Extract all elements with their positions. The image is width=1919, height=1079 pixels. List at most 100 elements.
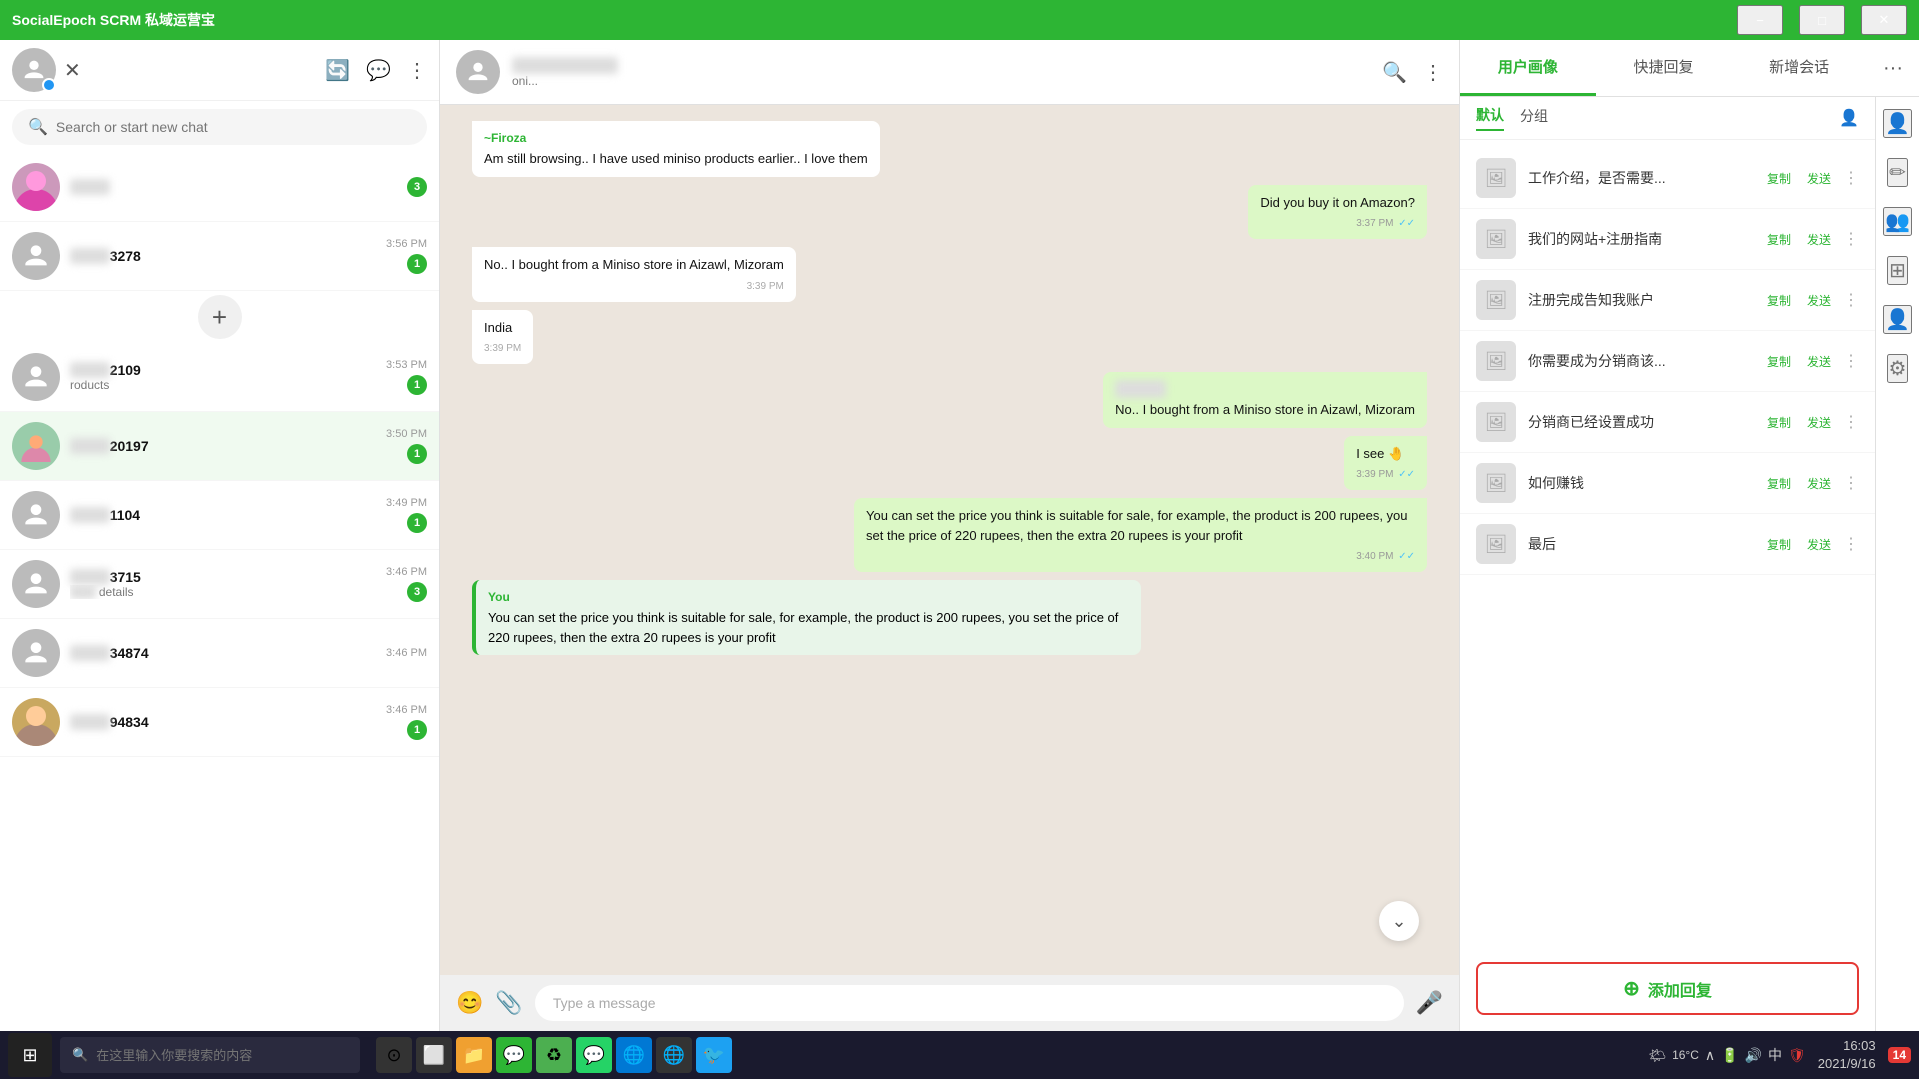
mic-button[interactable]: 🎤 bbox=[1416, 990, 1443, 1016]
qr-actions: 复制 发送 ⋮ bbox=[1763, 290, 1859, 311]
maximize-button[interactable]: □ bbox=[1799, 5, 1845, 35]
quick-reply-item[interactable]: 🖼 分销商已经设置成功 复制 发送 ⋮ bbox=[1460, 392, 1875, 453]
attach-button[interactable]: 📎 bbox=[495, 990, 522, 1016]
chat-more-button[interactable]: ⋮ bbox=[1423, 60, 1443, 85]
taskbar-chrome[interactable]: 🌐 bbox=[656, 1037, 692, 1073]
add-chat-button[interactable]: + bbox=[198, 295, 242, 339]
quick-reply-item[interactable]: 🖼 你需要成为分销商该... 复制 发送 ⋮ bbox=[1460, 331, 1875, 392]
avatar bbox=[12, 232, 60, 280]
taskbar-cortana[interactable]: ⊙ bbox=[376, 1037, 412, 1073]
taskbar-file[interactable]: 📁 bbox=[456, 1037, 492, 1073]
send-button[interactable]: 发送 bbox=[1803, 412, 1835, 433]
taskbar-recycle[interactable]: ♻ bbox=[536, 1037, 572, 1073]
quick-reply-item[interactable]: 🖼 如何赚钱 复制 发送 ⋮ bbox=[1460, 453, 1875, 514]
message-row: I see 🤚 3:39 PM ✓✓ bbox=[472, 436, 1427, 491]
send-button[interactable]: 发送 bbox=[1803, 534, 1835, 555]
message-bubble: You can set the price you think is suita… bbox=[854, 498, 1427, 572]
tab-user-portrait[interactable]: 用户画像 bbox=[1460, 40, 1596, 96]
start-button[interactable]: ⊞ bbox=[8, 1033, 52, 1077]
right-panel: 用户画像 快捷回复 新增会话 ··· 默认 分组 👤 🖼 工作介绍，是否需要..… bbox=[1459, 40, 1919, 1031]
taskbar-search-input[interactable] bbox=[96, 1048, 348, 1063]
tab-quick-reply[interactable]: 快捷回复 bbox=[1596, 40, 1732, 96]
close-button[interactable]: ✕ bbox=[1861, 5, 1907, 35]
message-input[interactable] bbox=[535, 985, 1404, 1021]
chat-name: ████20197 bbox=[70, 438, 376, 454]
list-item[interactable]: ████2109 roducts 3:53 PM 1 bbox=[0, 343, 439, 412]
group-icon[interactable]: 👥 bbox=[1883, 207, 1912, 236]
user-icon[interactable]: 👤 bbox=[1883, 109, 1912, 138]
quick-reply-item[interactable]: 🖼 最后 复制 发送 ⋮ bbox=[1460, 514, 1875, 575]
volume-icon[interactable]: 🔊 bbox=[1745, 1047, 1762, 1064]
send-button[interactable]: 发送 bbox=[1803, 229, 1835, 250]
qr-more-button[interactable]: ⋮ bbox=[1843, 168, 1859, 188]
more-icon[interactable]: ⋮ bbox=[407, 58, 427, 83]
scroll-down-button[interactable]: ⌄ bbox=[1379, 901, 1419, 941]
send-button[interactable]: 发送 bbox=[1803, 351, 1835, 372]
chat-badge: 1 bbox=[407, 375, 427, 395]
copy-button[interactable]: 复制 bbox=[1763, 229, 1795, 250]
taskbar-whatsapp[interactable]: 💬 bbox=[576, 1037, 612, 1073]
qr-image-icon: 🖼 bbox=[1476, 280, 1516, 320]
quick-reply-item[interactable]: 🖼 工作介绍，是否需要... 复制 发送 ⋮ bbox=[1460, 148, 1875, 209]
copy-button[interactable]: 复制 bbox=[1763, 290, 1795, 311]
minimize-button[interactable]: − bbox=[1737, 5, 1783, 35]
search-input[interactable] bbox=[56, 119, 411, 135]
sub-tab-group[interactable]: 分组 bbox=[1520, 106, 1548, 130]
copy-button[interactable]: 复制 bbox=[1763, 351, 1795, 372]
taskbar-chat[interactable]: 💬 bbox=[496, 1037, 532, 1073]
search-icon: 🔍 bbox=[28, 117, 48, 137]
send-button[interactable]: 发送 bbox=[1803, 290, 1835, 311]
search-chat-button[interactable]: 🔍 bbox=[1382, 60, 1407, 85]
battery-icon: 🔋 bbox=[1721, 1047, 1738, 1064]
user-search-button[interactable]: 👤 bbox=[1839, 108, 1859, 128]
list-item[interactable]: ████34874 3:46 PM bbox=[0, 619, 439, 688]
copy-button[interactable]: 复制 bbox=[1763, 473, 1795, 494]
contact-icon[interactable]: 👤 bbox=[1883, 305, 1912, 334]
chat-icon[interactable]: 💬 bbox=[366, 58, 391, 83]
show-hidden-icons[interactable]: ∧ bbox=[1705, 1047, 1715, 1064]
taskbar-twitter[interactable]: 🐦 bbox=[696, 1037, 732, 1073]
quick-reply-item[interactable]: 🖼 我们的网站+注册指南 复制 发送 ⋮ bbox=[1460, 209, 1875, 270]
copy-button[interactable]: 复制 bbox=[1763, 168, 1795, 189]
chat-badge: 1 bbox=[407, 444, 427, 464]
qr-actions: 复制 发送 ⋮ bbox=[1763, 412, 1859, 433]
edit-icon[interactable]: ✏ bbox=[1887, 158, 1908, 187]
list-item[interactable]: ████3278 3:56 PM 1 bbox=[0, 222, 439, 291]
input-method[interactable]: 中 bbox=[1768, 1045, 1782, 1065]
more-tabs-button[interactable]: ··· bbox=[1867, 41, 1919, 96]
taskbar-edge[interactable]: 🌐 bbox=[616, 1037, 652, 1073]
add-reply-button[interactable]: ⊕ 添加回复 bbox=[1476, 962, 1859, 1015]
system-icons: 🌤 16°C ∧ 🔋 🔊 中 🛡 bbox=[1648, 1045, 1806, 1065]
list-item[interactable]: ████ 3 bbox=[0, 153, 439, 222]
message-sender: ~Firoza bbox=[484, 129, 868, 147]
qr-more-button[interactable]: ⋮ bbox=[1843, 534, 1859, 554]
list-item[interactable]: ████20197 3:50 PM 1 bbox=[0, 412, 439, 481]
chat-name: ████2109 bbox=[70, 362, 376, 378]
qr-more-button[interactable]: ⋮ bbox=[1843, 229, 1859, 249]
grid-icon[interactable]: ⊞ bbox=[1887, 256, 1908, 285]
emoji-button[interactable]: 😊 bbox=[456, 990, 483, 1016]
list-item[interactable]: ████94834 3:46 PM 1 bbox=[0, 688, 439, 757]
quick-reply-item[interactable]: 🖼 注册完成告知我账户 复制 发送 ⋮ bbox=[1460, 270, 1875, 331]
taskbar-task-view[interactable]: ⬜ bbox=[416, 1037, 452, 1073]
x-button[interactable]: ✕ bbox=[64, 58, 81, 83]
list-item[interactable]: ████3715 ███ details 3:46 PM 3 bbox=[0, 550, 439, 619]
sub-tab-default[interactable]: 默认 bbox=[1476, 105, 1504, 131]
qr-more-button[interactable]: ⋮ bbox=[1843, 412, 1859, 432]
message-bubble: You You can set the price you think is s… bbox=[472, 580, 1141, 655]
settings-icon[interactable]: ⚙ bbox=[1887, 354, 1909, 383]
qr-more-button[interactable]: ⋮ bbox=[1843, 290, 1859, 310]
notification-badge[interactable]: 14 bbox=[1888, 1047, 1911, 1063]
copy-button[interactable]: 复制 bbox=[1763, 534, 1795, 555]
qr-more-button[interactable]: ⋮ bbox=[1843, 351, 1859, 371]
send-button[interactable]: 发送 bbox=[1803, 168, 1835, 189]
send-button[interactable]: 发送 bbox=[1803, 473, 1835, 494]
list-item[interactable]: ████1104 3:49 PM 1 bbox=[0, 481, 439, 550]
copy-button[interactable]: 复制 bbox=[1763, 412, 1795, 433]
sync-icon[interactable]: 🔄 bbox=[325, 58, 350, 83]
chat-info: ████1104 bbox=[70, 507, 376, 523]
message-time: 3:39 PM ✓✓ bbox=[1356, 467, 1415, 482]
qr-more-button[interactable]: ⋮ bbox=[1843, 473, 1859, 493]
qr-image-icon: 🖼 bbox=[1476, 341, 1516, 381]
tab-new-chat[interactable]: 新增会话 bbox=[1731, 40, 1867, 96]
